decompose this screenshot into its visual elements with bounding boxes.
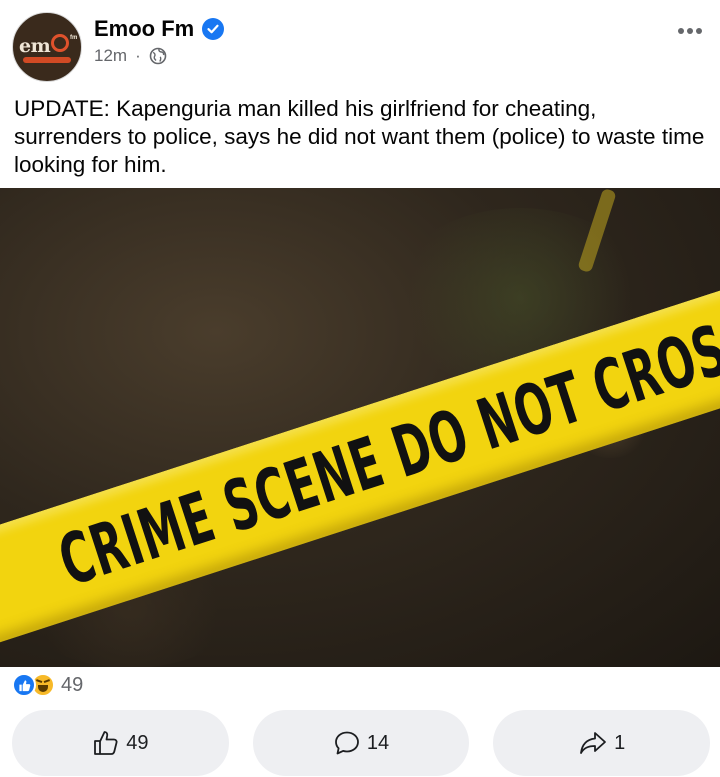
share-count: 1: [614, 731, 626, 754]
page-name[interactable]: Emoo Fm: [94, 16, 194, 42]
like-count: 49: [126, 731, 149, 754]
like-button[interactable]: 49: [12, 710, 229, 776]
post-image[interactable]: CRIME SCENE DO NOT CROSS: [0, 188, 720, 667]
post-meta: 12m ·: [94, 46, 167, 66]
post-actions: 49 14 1: [12, 710, 711, 776]
more-dot-icon: [687, 28, 693, 34]
meta-separator: ·: [135, 46, 141, 65]
haha-mouth: [38, 685, 48, 692]
like-icon: [12, 673, 36, 697]
comment-icon: [334, 731, 359, 755]
post-time[interactable]: 12m: [94, 46, 127, 66]
more-options-button[interactable]: [678, 28, 702, 34]
avatar-logo-tagline: [23, 57, 71, 63]
comment-count: 14: [366, 731, 390, 754]
globe-icon: [149, 47, 167, 65]
more-dot-icon: [696, 28, 702, 34]
reaction-count: 49: [61, 673, 84, 696]
post-header: em fm Emoo Fm 12m ·: [0, 0, 720, 90]
avatar-logo-suffix: fm: [70, 35, 78, 41]
page-name-row: Emoo Fm: [94, 16, 225, 42]
thumbs-up-icon: [94, 731, 118, 755]
more-dot-icon: [678, 28, 684, 34]
verified-badge-icon: [202, 18, 225, 40]
page-avatar[interactable]: em fm: [12, 12, 82, 82]
haha-eye-right: [43, 679, 51, 684]
comment-button[interactable]: 14: [252, 710, 470, 776]
reactions-summary[interactable]: 49: [12, 673, 83, 697]
avatar-logo-text: em: [19, 35, 51, 57]
haha-eye-left: [35, 679, 43, 684]
avatar-logo-ring: [51, 34, 69, 52]
share-icon: [580, 732, 607, 754]
post-text: UPDATE: Kapenguria man killed his girlfr…: [14, 96, 705, 177]
share-button[interactable]: 1: [493, 710, 711, 776]
